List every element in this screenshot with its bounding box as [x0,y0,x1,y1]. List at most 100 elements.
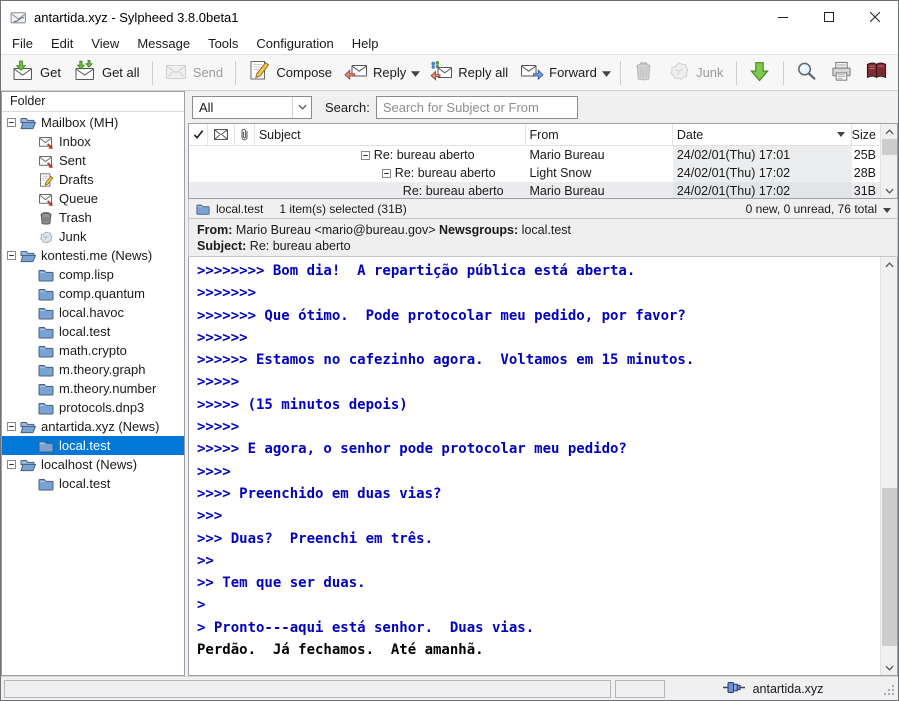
column-attachment[interactable] [235,124,255,145]
reply-all-button[interactable]: Reply all [423,55,514,90]
reply-button[interactable]: Reply [338,55,412,90]
folder-item-label: antartida.xyz (News) [41,419,159,434]
folder-item-drafts[interactable]: Drafts [2,170,184,189]
tree-collapse-icon[interactable] [7,118,16,127]
network-connection-icon [723,681,745,697]
column-from[interactable]: From [526,124,673,145]
cell-unread [208,182,235,199]
tree-collapse-icon[interactable] [7,460,16,469]
cell-mark [189,146,208,164]
filter-dropdown-value: All [199,100,213,115]
trash-icon [38,210,54,226]
folder-item-comp-lisp[interactable]: comp.lisp [2,265,184,284]
junk-folder-icon [38,229,54,245]
folder-item-local-havoc[interactable]: local.havoc [2,303,184,322]
folder-item-m-theory-graph[interactable]: m.theory.graph [2,360,184,379]
folder-item-trash[interactable]: Trash [2,208,184,227]
menu-view[interactable]: View [82,34,128,53]
menu-message[interactable]: Message [128,34,199,53]
column-subject[interactable]: Subject [255,124,526,145]
tree-collapse-icon[interactable] [7,422,16,431]
status-panel-main [4,680,611,698]
message-body-scroll-thumb[interactable] [882,488,897,646]
folder-item-label: m.theory.graph [59,362,145,377]
folder-icon [38,476,54,492]
scroll-down-icon[interactable] [881,183,898,198]
menu-edit[interactable]: Edit [42,34,82,53]
counts-dropdown-icon[interactable] [883,202,891,216]
chevron-down-icon[interactable] [292,97,311,118]
maximize-button[interactable] [806,1,852,33]
mail-get-button[interactable]: Get [5,55,67,90]
folder-item-inbox[interactable]: Inbox [2,132,184,151]
folder-item-m-theory-number[interactable]: m.theory.number [2,379,184,398]
message-row[interactable]: Re: bureau abertoMario Bureau24/02/01(Th… [189,182,880,199]
close-button[interactable] [852,1,898,33]
menu-tools[interactable]: Tools [199,34,247,53]
message-list-scroll-thumb[interactable] [882,139,897,155]
mail-get-all-button[interactable]: Get all [67,55,146,90]
search-input[interactable] [376,96,578,119]
menu-help[interactable]: Help [343,34,388,53]
address-book-button[interactable] [859,56,894,90]
scroll-down-icon[interactable] [881,660,898,675]
column-mark[interactable] [189,124,208,145]
folder-item-sent[interactable]: Sent [2,151,184,170]
folder-item-label: local.test [59,438,110,453]
scroll-up-icon[interactable] [881,257,898,272]
folder-item-math-crypto[interactable]: math.crypto [2,341,184,360]
forward-dropdown[interactable] [599,60,614,86]
cell-unread [208,164,235,182]
resize-grip[interactable] [883,683,895,695]
column-unread[interactable] [208,124,235,145]
reply-dropdown[interactable] [408,60,423,86]
compose-button[interactable]: Compose [241,55,338,90]
folder-item-comp-quantum[interactable]: comp.quantum [2,284,184,303]
message-row[interactable]: Re: bureau abertoMario Bureau24/02/01(Th… [189,146,880,164]
body-line: > Pronto---aqui está senhor. Duas vias. [190,617,880,639]
column-date[interactable]: Date [673,124,852,145]
body-line: >>>>>>>> Bom dia! A repartição pública e… [190,260,880,282]
folder-item-queue[interactable]: Queue [2,189,184,208]
folder-icon [38,267,54,283]
next-unread-button[interactable] [742,56,777,90]
menu-file[interactable]: File [3,34,42,53]
body-line: >>>>>>> Que ótimo. Pode protocolar meu p… [190,305,880,327]
folder-item-label: Mailbox (MH) [41,115,118,130]
minimize-button[interactable] [760,1,806,33]
forward-button[interactable]: Forward [514,55,603,90]
folder-item-label: Junk [59,229,86,244]
message-row[interactable]: Re: bureau abertoLight Snow24/02/01(Thu)… [189,164,880,182]
scroll-up-icon[interactable] [881,124,898,139]
message-list-header: Subject From Date Size [189,124,880,146]
folder-item-local-test[interactable]: local.test [2,322,184,341]
cell-from: Light Snow [526,164,673,182]
folder-item-local-test[interactable]: local.test [2,436,184,455]
folder-tree: Mailbox (MH) Inbox SentDraftsQueueTrash Jun… [2,112,184,675]
message-body: >>>>>>>> Bom dia! A repartição pública e… [190,260,880,661]
search-button[interactable] [789,56,824,90]
folder-pane-header[interactable]: Folder [2,92,184,112]
column-size[interactable]: Size [852,124,880,145]
account-indicator[interactable]: antartida.xyz [669,681,877,697]
thread-collapse-icon[interactable] [382,169,391,178]
filter-dropdown[interactable]: All [192,96,312,119]
subject-value: Re: bureau aberto [250,239,351,253]
thread-collapse-icon[interactable] [361,151,370,160]
folder-item-mailbox-mh-[interactable]: Mailbox (MH) [2,113,184,132]
folder-item-label: Inbox [59,134,91,149]
folder-item-localhost-news-[interactable]: localhost (News) [2,455,184,474]
cell-attachment [235,146,255,164]
message-list-scrollbar[interactable] [880,124,897,198]
folder-item-protocols-dnp3[interactable]: protocols.dnp3 [2,398,184,417]
print-button[interactable] [824,56,859,90]
folder-item-kontesti-me-news-[interactable]: kontesti.me (News) [2,246,184,265]
toolbar-button-label: Forward [549,65,597,80]
folder-item-antartida-xyz-news-[interactable]: antartida.xyz (News) [2,417,184,436]
menu-configuration[interactable]: Configuration [247,34,342,53]
tree-collapse-icon[interactable] [7,251,16,260]
folder-item-junk[interactable]: Junk [2,227,184,246]
message-body-scrollbar[interactable] [880,257,897,675]
message-body-pane: >>>>>>>> Bom dia! A repartição pública e… [188,257,898,676]
folder-item-local-test[interactable]: local.test [2,474,184,493]
